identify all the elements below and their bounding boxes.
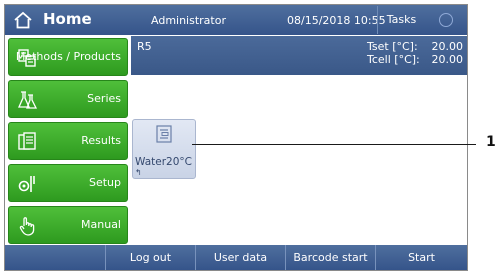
user-data-button[interactable]: User data xyxy=(195,245,285,270)
activity-spinner-icon xyxy=(439,13,453,27)
sidebar-item-results[interactable]: Results xyxy=(8,122,128,160)
method-list-icon xyxy=(156,125,172,143)
method-shortcut-tile[interactable]: Water20°C ↰ xyxy=(132,119,196,179)
sidebar-item-label: Manual xyxy=(81,218,121,231)
sidebar-item-label: Setup xyxy=(88,176,121,189)
date-time: 08/15/2018 10:55 xyxy=(287,14,386,27)
results-icon xyxy=(18,132,36,150)
instrument-screen: Home Administrator 08/15/2018 10:55 Task… xyxy=(4,4,468,271)
tset-value: 20.00 xyxy=(431,40,464,53)
sidebar-item-methods-products[interactable]: Methods / Products xyxy=(8,38,128,76)
tcell-value: 20.00 xyxy=(431,53,464,66)
sidebar: Methods / Products Series Results Setup … xyxy=(5,35,129,246)
bottom-bar-spacer xyxy=(5,245,105,270)
temperature-readout: Tset [°C]: 20.00 Tcell [°C]: 20.00 xyxy=(367,40,463,66)
barcode-start-button[interactable]: Barcode start xyxy=(285,245,375,270)
tset-label: Tset [°C]: xyxy=(367,40,418,53)
shortcut-corner-icon: ↰ xyxy=(135,168,142,177)
start-button[interactable]: Start xyxy=(375,245,467,270)
method-info-bar: R5 Tset [°C]: 20.00 Tcell [°C]: 20.00 xyxy=(131,36,467,75)
callout-leader-line xyxy=(192,144,476,145)
bottom-bar: Log out User data Barcode start Start xyxy=(5,245,467,270)
method-name: R5 xyxy=(137,40,152,53)
tasks-button[interactable]: Tasks xyxy=(377,6,425,34)
tcell-label: Tcell [°C]: xyxy=(367,53,420,66)
header-bar: Home Administrator 08/15/2018 10:55 Task… xyxy=(5,5,467,35)
sidebar-item-series[interactable]: Series xyxy=(8,80,128,118)
home-icon[interactable] xyxy=(13,11,33,29)
sidebar-item-manual[interactable]: Manual xyxy=(8,206,128,244)
flasks-icon xyxy=(17,91,37,109)
user-name: Administrator xyxy=(151,14,226,27)
hand-icon xyxy=(19,217,35,236)
page-title: Home xyxy=(43,10,92,28)
setup-icon xyxy=(18,176,35,192)
shortcut-label: Water20°C xyxy=(135,156,192,168)
sidebar-item-label: Series xyxy=(87,92,121,105)
sidebar-item-setup[interactable]: Setup xyxy=(8,164,128,202)
callout-number: 1 xyxy=(486,134,496,150)
sidebar-item-label: Methods / Products xyxy=(15,50,121,63)
log-out-button[interactable]: Log out xyxy=(105,245,195,270)
sidebar-item-label: Results xyxy=(81,134,121,147)
